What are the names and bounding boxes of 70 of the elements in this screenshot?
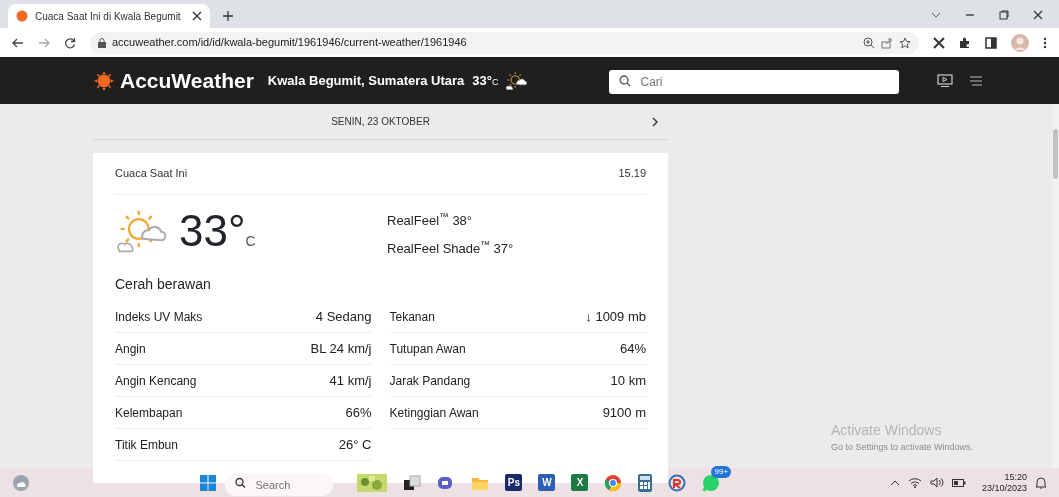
card-title: Cuaca Saat Ini — [115, 166, 188, 182]
battery-icon[interactable] — [951, 478, 966, 487]
detail-label: Indeks UV Maks — [115, 308, 203, 326]
clock-time[interactable]: 15:20 — [1004, 471, 1027, 483]
detail-label: Titik Embun — [115, 436, 178, 454]
chevron-down-icon[interactable] — [931, 12, 941, 18]
browser-icon[interactable] — [604, 473, 623, 492]
taskview-icon[interactable] — [403, 474, 422, 491]
browser-tab[interactable]: Cuaca Saat Ini di Kwala Begumit — [8, 4, 210, 28]
temperature: 33°C — [179, 208, 256, 253]
app-icon[interactable]: X — [571, 474, 589, 491]
logo-icon — [93, 69, 115, 92]
location-name[interactable]: Kwala Begumit, Sumatera Utara — [267, 70, 465, 91]
start-icon[interactable] — [199, 473, 218, 492]
detail-label: Tekanan — [389, 308, 435, 326]
lock-icon — [98, 37, 106, 48]
chat-bubble-icon[interactable] — [702, 473, 721, 492]
x-icon[interactable] — [933, 36, 945, 49]
side-panel-icon[interactable] — [985, 36, 997, 49]
speaker-icon[interactable] — [929, 477, 944, 488]
realfeel-value: RealFeel$^{™}$ 38° — [387, 211, 474, 230]
star-icon[interactable] — [899, 36, 911, 49]
detail-value: 9100 m — [602, 403, 646, 422]
zoom-icon[interactable] — [863, 36, 875, 49]
detail-value: 64% — [619, 339, 646, 358]
detail-label: Jarak Pandang — [389, 372, 471, 390]
address-bar[interactable]: accuweather.com/id/id/kwala-begumit/1961946/current-weather/1961946 — [90, 31, 919, 54]
search-input[interactable]: Cari — [608, 69, 899, 94]
menu-icon[interactable] — [968, 75, 983, 86]
detail-label: Tutupan Awan — [389, 340, 466, 358]
close-icon[interactable] — [1033, 10, 1043, 20]
app-icon[interactable]: W — [538, 474, 556, 491]
close-icon[interactable] — [192, 11, 202, 21]
date-label: SENIN, 23 OKTOBER — [331, 115, 430, 129]
header-temperature: 33°C — [472, 71, 499, 90]
condition-text: Cerah berawan — [115, 275, 212, 294]
reload-icon[interactable] — [64, 36, 76, 49]
share-icon[interactable] — [881, 36, 893, 49]
video-icon[interactable] — [936, 73, 953, 88]
detail-value: BL 24 km/j — [310, 339, 372, 358]
remote-icon[interactable] — [668, 473, 687, 492]
tab-title: Cuaca Saat Ini di Kwala Begumit — [35, 9, 182, 24]
clock-date[interactable]: 23/10/2023 — [981, 482, 1027, 494]
detail-value: ↓ 1009 mb — [585, 307, 646, 326]
observation-time: 15.19 — [618, 166, 646, 182]
restore-icon[interactable] — [999, 10, 1009, 20]
puzzle-icon[interactable] — [959, 36, 971, 49]
detail-value: 41 km/j — [329, 371, 372, 390]
detail-label: Ketinggian Awan — [389, 404, 479, 422]
app-icon[interactable]: Ps — [505, 474, 523, 491]
scrollbar-thumb[interactable] — [1053, 129, 1058, 179]
detail-value: 66% — [345, 403, 372, 422]
notification-icon[interactable] — [1035, 476, 1047, 489]
detail-label: Angin — [115, 340, 146, 358]
new-tab-icon[interactable] — [222, 10, 234, 22]
url-text: accuweather.com/id/id/kwala-begumit/1961946/current-weather/1961946 — [112, 35, 468, 51]
more-icon[interactable] — [1043, 36, 1047, 49]
activation-subtitle: Go to Settings to activate Windows. — [831, 440, 975, 454]
detail-label: Angin Kencang — [115, 372, 197, 390]
detail-value: 4 Sedang — [315, 307, 372, 326]
detail-value: 26° C — [338, 435, 372, 454]
detail-label: Kelembapan — [115, 404, 183, 422]
site-logo[interactable]: AccuWeather — [120, 64, 254, 97]
chevron-right-icon[interactable] — [652, 116, 658, 127]
realfeel-shade-value: RealFeel Shade$^{™}$ 37° — [387, 238, 514, 258]
chevron-up-icon[interactable] — [889, 479, 900, 486]
weather-icon — [504, 70, 529, 91]
back-icon[interactable] — [12, 37, 24, 48]
wifi-icon[interactable] — [907, 477, 922, 488]
detail-value: 10 km — [610, 371, 646, 390]
